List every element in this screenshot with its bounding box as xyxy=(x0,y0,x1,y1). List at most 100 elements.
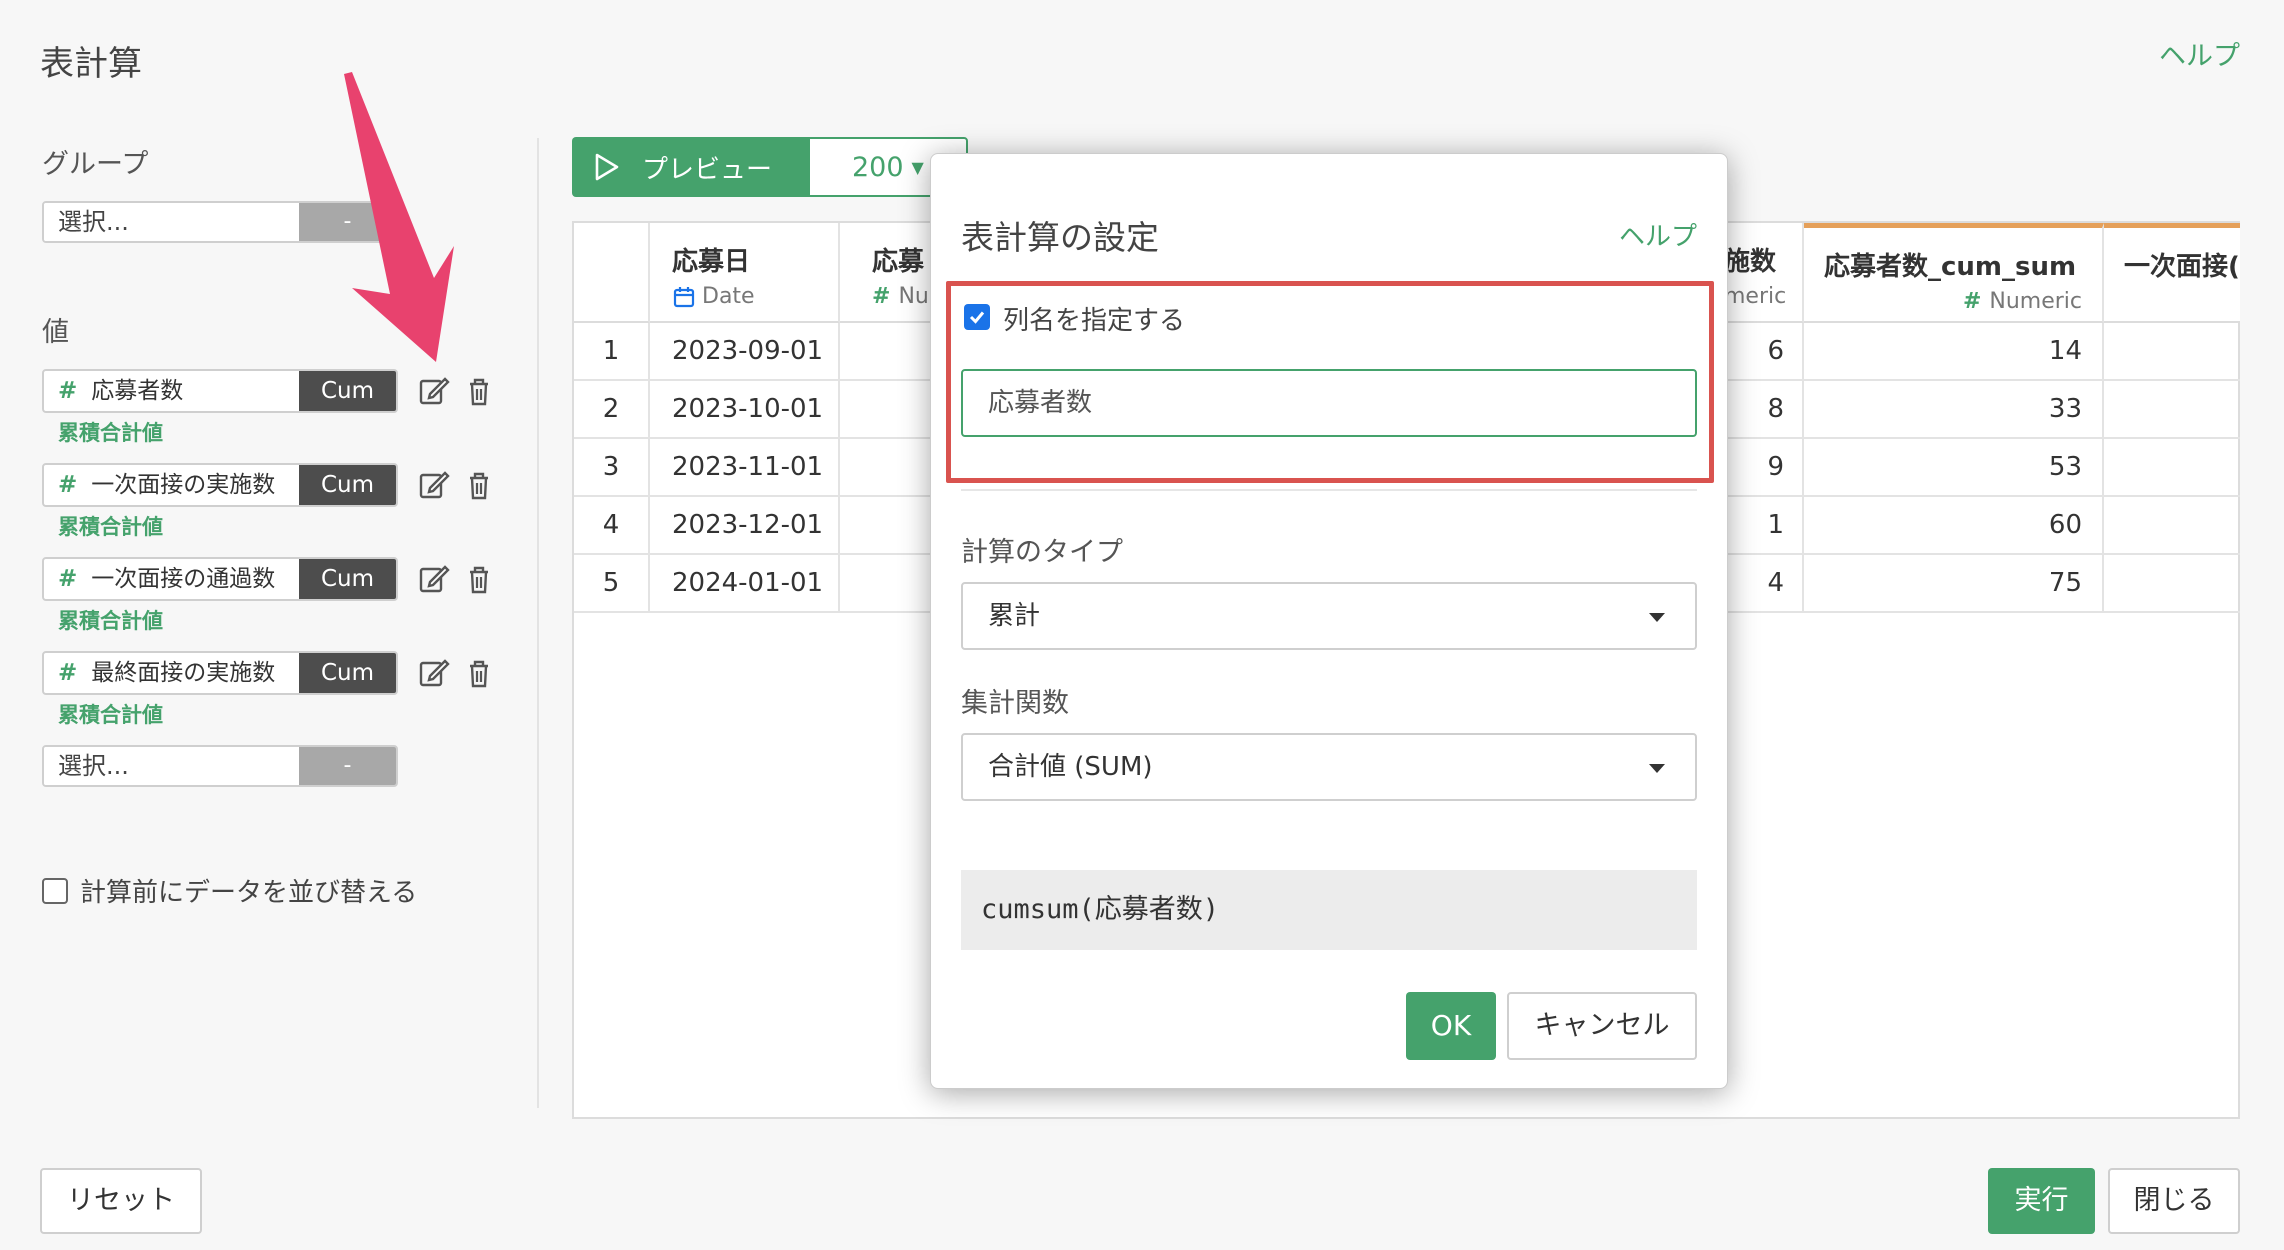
edit-icon[interactable] xyxy=(417,468,451,502)
cum-badge[interactable]: Cum xyxy=(299,465,396,505)
date-cell: 2023-10-01 xyxy=(650,381,840,439)
trash-icon[interactable] xyxy=(462,562,496,596)
value-name: 応募者数 xyxy=(91,378,184,404)
chevron-down-icon xyxy=(1649,613,1665,622)
index-header xyxy=(574,223,650,323)
value-name: 一次面接の実施数 xyxy=(91,472,276,498)
numeric-type-icon: # xyxy=(58,566,78,592)
value-select-button[interactable]: - xyxy=(299,747,396,785)
table-cell xyxy=(2104,439,2240,497)
calendar-icon xyxy=(673,286,695,307)
cancel-button[interactable]: キャンセル xyxy=(1507,992,1697,1060)
trash-icon[interactable] xyxy=(462,656,496,690)
table-cell xyxy=(2104,381,2240,439)
row-count-value: 200 xyxy=(852,151,904,183)
run-button[interactable]: 実行 xyxy=(1988,1168,2095,1234)
table-calc-settings-dialog: 表計算の設定 ヘルプ 列名を指定する 応募者数 計算のタイプ 累計 集計関数 合… xyxy=(930,153,1728,1089)
trash-icon[interactable] xyxy=(462,468,496,502)
checkmark-icon xyxy=(969,311,985,324)
panel-divider xyxy=(537,138,539,1108)
column-type: Numeric xyxy=(1989,289,2082,314)
aggregate-function-label: 集計関数 xyxy=(961,688,1069,719)
close-button[interactable]: 閉じる xyxy=(2108,1168,2240,1234)
value-name: 最終面接の実施数 xyxy=(91,660,276,686)
column-header[interactable]: 応募日 Date xyxy=(650,223,840,323)
trash-icon[interactable] xyxy=(462,374,496,408)
numeric-type-icon: # xyxy=(58,472,78,498)
group-select-placeholder: 選択... xyxy=(44,203,299,241)
column-name: 応募日 xyxy=(672,247,751,277)
calc-type-label: 計算のタイプ xyxy=(961,537,1123,568)
cum-badge[interactable]: Cum xyxy=(299,653,396,693)
value-row[interactable]: # 一次面接の通過数 Cum xyxy=(42,557,398,601)
table-cell: 60 xyxy=(1804,497,2104,555)
date-cell: 2023-12-01 xyxy=(650,497,840,555)
table-cell: 9 xyxy=(1724,439,1804,497)
row-index: 5 xyxy=(574,555,650,613)
sort-option[interactable]: 計算前にデータを並び替える xyxy=(42,872,417,909)
column-type: Date xyxy=(702,284,755,309)
chevron-down-icon xyxy=(1649,764,1665,773)
table-cell xyxy=(2104,323,2240,381)
page-title: 表計算 xyxy=(40,44,142,84)
row-index: 4 xyxy=(574,497,650,555)
column-header[interactable]: 一次面接( xyxy=(2104,223,2240,323)
value-select[interactable]: 選択... - xyxy=(42,745,398,787)
sort-checkbox-label: 計算前にデータを並び替える xyxy=(80,878,418,908)
column-name-checkbox-label: 列名を指定する xyxy=(1003,306,1186,336)
table-cell: 75 xyxy=(1804,555,2104,613)
date-cell: 2023-11-01 xyxy=(650,439,840,497)
value-row[interactable]: # 応募者数 Cum xyxy=(42,369,398,413)
column-name-checkbox[interactable] xyxy=(964,304,990,330)
table-cell: 6 xyxy=(1724,323,1804,381)
table-cell xyxy=(2104,497,2240,555)
calc-type-select[interactable]: 累計 xyxy=(961,582,1697,650)
values-label: 値 xyxy=(42,317,69,348)
value-subtitle: 累積合計値 xyxy=(58,515,163,539)
dialog-help-link[interactable]: ヘルプ xyxy=(1619,216,1697,253)
edit-icon[interactable] xyxy=(417,374,451,408)
dialog-divider xyxy=(961,489,1697,491)
column-name: 一次面接( xyxy=(2124,252,2240,282)
annotation-arrow-icon xyxy=(344,72,454,362)
value-row[interactable]: # 最終面接の実施数 Cum xyxy=(42,651,398,695)
table-cell: 33 xyxy=(1804,381,2104,439)
numeric-type-icon: # xyxy=(872,284,891,309)
ok-button[interactable]: OK xyxy=(1406,992,1496,1060)
aggregate-function-value: 合計値 (SUM) xyxy=(988,752,1153,782)
numeric-type-icon: # xyxy=(58,660,78,686)
preview-label: プレビュー xyxy=(642,154,773,185)
aggregate-function-select[interactable]: 合計値 (SUM) xyxy=(961,733,1697,801)
value-subtitle: 累積合計値 xyxy=(58,609,163,633)
column-type: meric xyxy=(1724,284,1787,309)
reset-button[interactable]: リセット xyxy=(40,1168,202,1234)
group-label: グループ xyxy=(42,149,149,180)
table-cell: 53 xyxy=(1804,439,2104,497)
value-select-placeholder: 選択... xyxy=(44,747,299,785)
formula-preview: cumsum(応募者数) xyxy=(961,870,1697,950)
column-header[interactable]: 施数 meric xyxy=(1724,223,1804,323)
column-name: 応募者数_cum_sum xyxy=(1824,252,2077,282)
column-name-input[interactable]: 応募者数 xyxy=(961,369,1697,437)
edit-icon[interactable] xyxy=(417,562,451,596)
value-name: 一次面接の通過数 xyxy=(91,566,276,592)
row-index: 3 xyxy=(574,439,650,497)
value-row[interactable]: # 一次面接の実施数 Cum xyxy=(42,463,398,507)
date-cell: 2023-09-01 xyxy=(650,323,840,381)
dialog-title: 表計算の設定 xyxy=(961,218,1159,257)
table-cell: 14 xyxy=(1804,323,2104,381)
help-link[interactable]: ヘルプ xyxy=(2159,34,2240,73)
numeric-type-icon: # xyxy=(58,378,78,404)
cum-badge[interactable]: Cum xyxy=(299,371,396,411)
preview-button[interactable]: プレビュー xyxy=(572,137,808,197)
value-subtitle: 累積合計値 xyxy=(58,421,163,445)
table-cell: 1 xyxy=(1724,497,1804,555)
chevron-down-icon: ▼ xyxy=(911,157,924,177)
cum-badge[interactable]: Cum xyxy=(299,559,396,599)
value-subtitle: 累積合計値 xyxy=(58,703,163,727)
column-header[interactable]: 応募者数_cum_sum # Numeric xyxy=(1804,223,2104,323)
table-cell: 4 xyxy=(1724,555,1804,613)
numeric-type-icon: # xyxy=(1962,289,1982,314)
edit-icon[interactable] xyxy=(417,656,451,690)
sort-checkbox[interactable] xyxy=(42,877,68,904)
